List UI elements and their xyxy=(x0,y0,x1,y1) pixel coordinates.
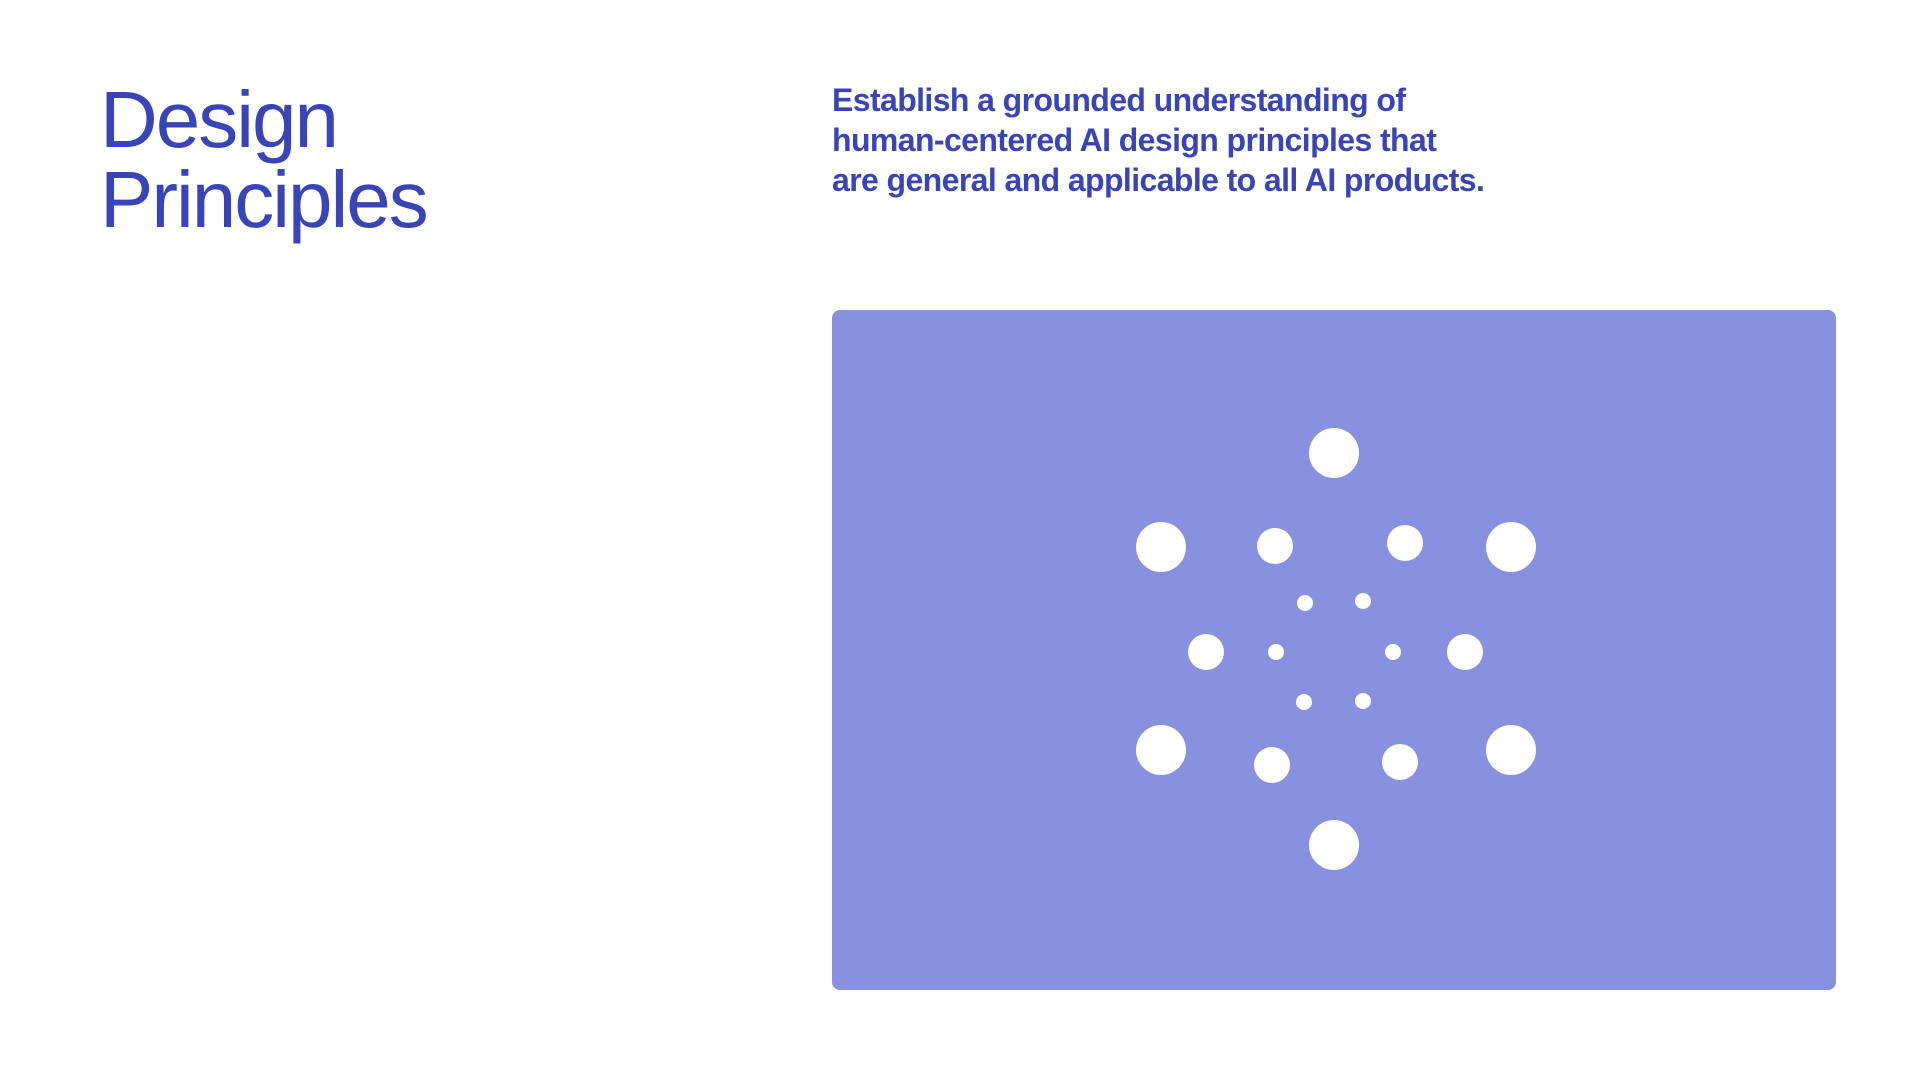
decorative-dot xyxy=(1309,820,1359,870)
radial-dots-illustration xyxy=(832,310,1836,990)
intro-description: Establish a grounded understanding of hu… xyxy=(832,80,1532,200)
intro-description-line-3: are general and applicable to all AI pro… xyxy=(832,162,1485,198)
decorative-dot xyxy=(1385,644,1401,660)
decorative-dot xyxy=(1447,634,1483,670)
decorative-dot xyxy=(1297,595,1313,611)
page-title: Design Principles xyxy=(100,75,429,244)
decorative-dot xyxy=(1136,522,1186,572)
decorative-dot xyxy=(1136,725,1186,775)
decorative-dot xyxy=(1257,528,1293,564)
decorative-dot xyxy=(1188,634,1224,670)
intro-description-line-2: human-centered AI design principles that xyxy=(832,122,1437,158)
page-title-line-1: Design xyxy=(100,75,339,164)
decorative-dot xyxy=(1486,725,1536,775)
decorative-dot xyxy=(1355,693,1371,709)
decorative-dot xyxy=(1486,522,1536,572)
decorative-dot xyxy=(1254,747,1290,783)
decorative-dot xyxy=(1355,593,1371,609)
intro-description-line-1: Establish a grounded understanding of xyxy=(832,82,1406,118)
decorative-dot xyxy=(1268,644,1284,660)
decorative-dot xyxy=(1309,428,1359,478)
decorative-dot xyxy=(1296,694,1312,710)
decorative-dot xyxy=(1382,744,1418,780)
panel-background xyxy=(832,310,1836,990)
decorative-dot xyxy=(1387,525,1423,561)
illustration-panel xyxy=(832,310,1836,990)
page-title-line-2: Principles xyxy=(100,155,429,244)
